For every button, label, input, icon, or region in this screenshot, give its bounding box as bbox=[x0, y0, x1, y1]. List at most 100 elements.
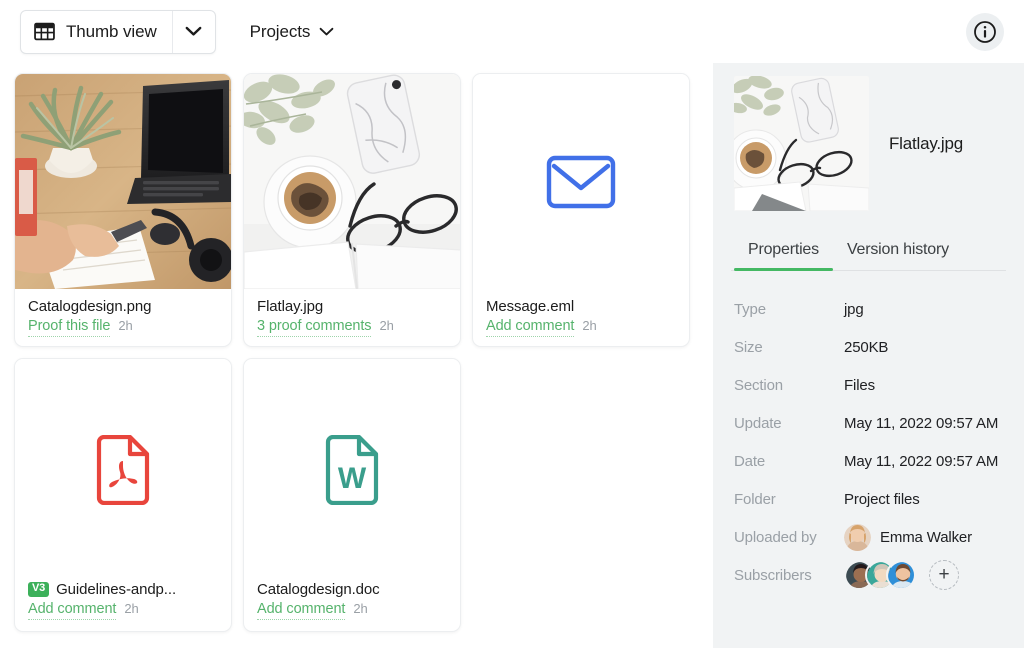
file-card-meta: V3 Guidelines-andp... Add comment 2h bbox=[15, 581, 231, 631]
details-sidebar: Flatlay.jpg Properties Version history T… bbox=[713, 63, 1024, 648]
property-value: May 11, 2022 09:57 AM bbox=[844, 452, 999, 470]
file-action-link[interactable]: Add comment bbox=[486, 318, 574, 337]
file-action-link[interactable]: Add comment bbox=[28, 601, 116, 620]
sidebar-header: Flatlay.jpg bbox=[731, 76, 1006, 211]
uploader-name: Emma Walker bbox=[880, 528, 972, 546]
property-label: Date bbox=[734, 452, 766, 470]
property-value: May 11, 2022 09:57 AM bbox=[844, 414, 999, 432]
file-card-meta: Message.eml Add comment 2h bbox=[473, 289, 689, 346]
property-label: Folder bbox=[734, 490, 776, 508]
file-age: 2h bbox=[582, 318, 597, 333]
property-value: 250KB bbox=[844, 338, 889, 356]
file-name: V3 Guidelines-andp... bbox=[28, 581, 218, 598]
info-button[interactable] bbox=[966, 12, 1004, 51]
file-action-link[interactable]: 3 proof comments bbox=[257, 318, 372, 337]
file-grid-panel: Catalogdesign.png Proof this file 2h Fla… bbox=[0, 63, 713, 648]
file-action-row: Add comment 2h bbox=[28, 601, 218, 620]
file-age: 2h bbox=[379, 318, 394, 333]
file-action-row: 3 proof comments 2h bbox=[257, 318, 447, 337]
properties-list: Type jpg Size 250KB Section Files Update… bbox=[731, 290, 1006, 594]
file-thumbnail[interactable]: W bbox=[244, 359, 460, 581]
file-action-row: Add comment 2h bbox=[257, 601, 447, 620]
file-age: 2h bbox=[353, 601, 368, 616]
file-name-text: Flatlay.jpg bbox=[257, 298, 324, 315]
file-action-link[interactable]: Proof this file bbox=[28, 318, 110, 337]
property-value: jpg bbox=[844, 300, 864, 318]
file-thumbnail[interactable] bbox=[15, 359, 231, 581]
chevron-down-icon bbox=[319, 27, 334, 37]
file-name: Flatlay.jpg bbox=[257, 298, 447, 315]
property-row-uploaded-by: Uploaded by Emma Walker bbox=[734, 518, 1006, 556]
file-thumbnail[interactable] bbox=[473, 74, 689, 289]
file-action-row: Proof this file 2h bbox=[28, 318, 218, 337]
file-card[interactable]: Flatlay.jpg 3 proof comments 2h bbox=[243, 73, 461, 347]
sidebar-file-name: Flatlay.jpg bbox=[889, 133, 964, 153]
file-card-grid: Catalogdesign.png Proof this file 2h Fla… bbox=[14, 73, 699, 632]
photo-desk-laptop bbox=[15, 74, 231, 289]
file-thumbnail[interactable] bbox=[244, 74, 460, 289]
property-label: Uploaded by bbox=[734, 528, 817, 546]
chevron-down-icon bbox=[185, 26, 202, 37]
file-card-meta: Flatlay.jpg 3 proof comments 2h bbox=[244, 289, 460, 346]
file-card-meta: Catalogdesign.doc Add comment 2h bbox=[244, 581, 460, 631]
property-row-update: Update May 11, 2022 09:57 AM bbox=[734, 404, 1006, 442]
property-row-date: Date May 11, 2022 09:57 AM bbox=[734, 442, 1006, 480]
tab-properties[interactable]: Properties bbox=[734, 237, 833, 271]
property-value: Emma Walker bbox=[844, 523, 972, 551]
file-name-text: Guidelines-andp... bbox=[56, 581, 177, 598]
file-name: Message.eml bbox=[486, 298, 676, 315]
property-row-size: Size 250KB bbox=[734, 328, 1006, 366]
file-name-text: Catalogdesign.png bbox=[28, 298, 152, 315]
view-mode-button-group: Thumb view bbox=[20, 9, 216, 54]
photo-flatlay-coffee bbox=[734, 76, 869, 211]
file-action-row: Add comment 2h bbox=[486, 318, 676, 337]
add-subscriber-button[interactable]: + bbox=[929, 560, 959, 590]
svg-text:W: W bbox=[338, 462, 367, 495]
property-value: + bbox=[844, 560, 959, 590]
thumb-view-label: Thumb view bbox=[66, 21, 157, 41]
subscriber-avatars bbox=[844, 560, 916, 590]
file-card[interactable]: Message.eml Add comment 2h bbox=[472, 73, 690, 347]
projects-dropdown[interactable]: Projects bbox=[248, 18, 337, 46]
property-label: Section bbox=[734, 376, 783, 394]
property-label: Type bbox=[734, 300, 766, 318]
file-card[interactable]: W Catalogdesign.doc Add comment 2h bbox=[243, 358, 461, 632]
file-age: 2h bbox=[118, 318, 133, 333]
app-root: Thumb view Projects Catalogdesign.png Pr… bbox=[0, 0, 1024, 648]
property-row-folder: Folder Project files bbox=[734, 480, 1006, 518]
property-label: Size bbox=[734, 338, 763, 356]
property-label: Update bbox=[734, 414, 782, 432]
sidebar-file-thumbnail[interactable] bbox=[734, 76, 869, 211]
avatar bbox=[844, 523, 871, 551]
view-mode-dropdown-toggle[interactable] bbox=[171, 10, 215, 53]
file-card[interactable]: Catalogdesign.png Proof this file 2h bbox=[14, 73, 232, 347]
envelope-icon bbox=[546, 155, 616, 209]
body: Catalogdesign.png Proof this file 2h Fla… bbox=[0, 63, 1024, 648]
file-action-link[interactable]: Add comment bbox=[257, 601, 345, 620]
avatar[interactable] bbox=[886, 560, 916, 590]
pdf-icon bbox=[95, 435, 151, 505]
property-value: Project files bbox=[844, 490, 920, 508]
file-card-meta: Catalogdesign.png Proof this file 2h bbox=[15, 289, 231, 346]
top-toolbar: Thumb view Projects bbox=[0, 0, 1024, 63]
sidebar-tabs: Properties Version history bbox=[731, 237, 1006, 271]
property-label: Subscribers bbox=[734, 566, 812, 584]
version-badge: V3 bbox=[28, 582, 50, 597]
file-name: Catalogdesign.png bbox=[28, 298, 218, 315]
word-icon: W bbox=[324, 435, 380, 505]
property-value: Files bbox=[844, 376, 875, 394]
thumb-view-button[interactable]: Thumb view bbox=[21, 11, 172, 53]
file-card[interactable]: V3 Guidelines-andp... Add comment 2h bbox=[14, 358, 232, 632]
file-name: Catalogdesign.doc bbox=[257, 581, 447, 598]
photo-flatlay-coffee bbox=[244, 74, 460, 289]
info-circle-icon bbox=[973, 20, 997, 44]
file-name-text: Message.eml bbox=[486, 298, 575, 315]
file-thumbnail[interactable] bbox=[15, 74, 231, 289]
tab-version-history[interactable]: Version history bbox=[833, 237, 963, 270]
property-row-subscribers: Subscribers + bbox=[734, 556, 1006, 594]
projects-label: Projects bbox=[249, 21, 311, 41]
file-age: 2h bbox=[124, 601, 139, 616]
property-row-section: Section Files bbox=[734, 366, 1006, 404]
property-row-type: Type jpg bbox=[734, 290, 1006, 328]
file-name-text: Catalogdesign.doc bbox=[257, 581, 380, 598]
